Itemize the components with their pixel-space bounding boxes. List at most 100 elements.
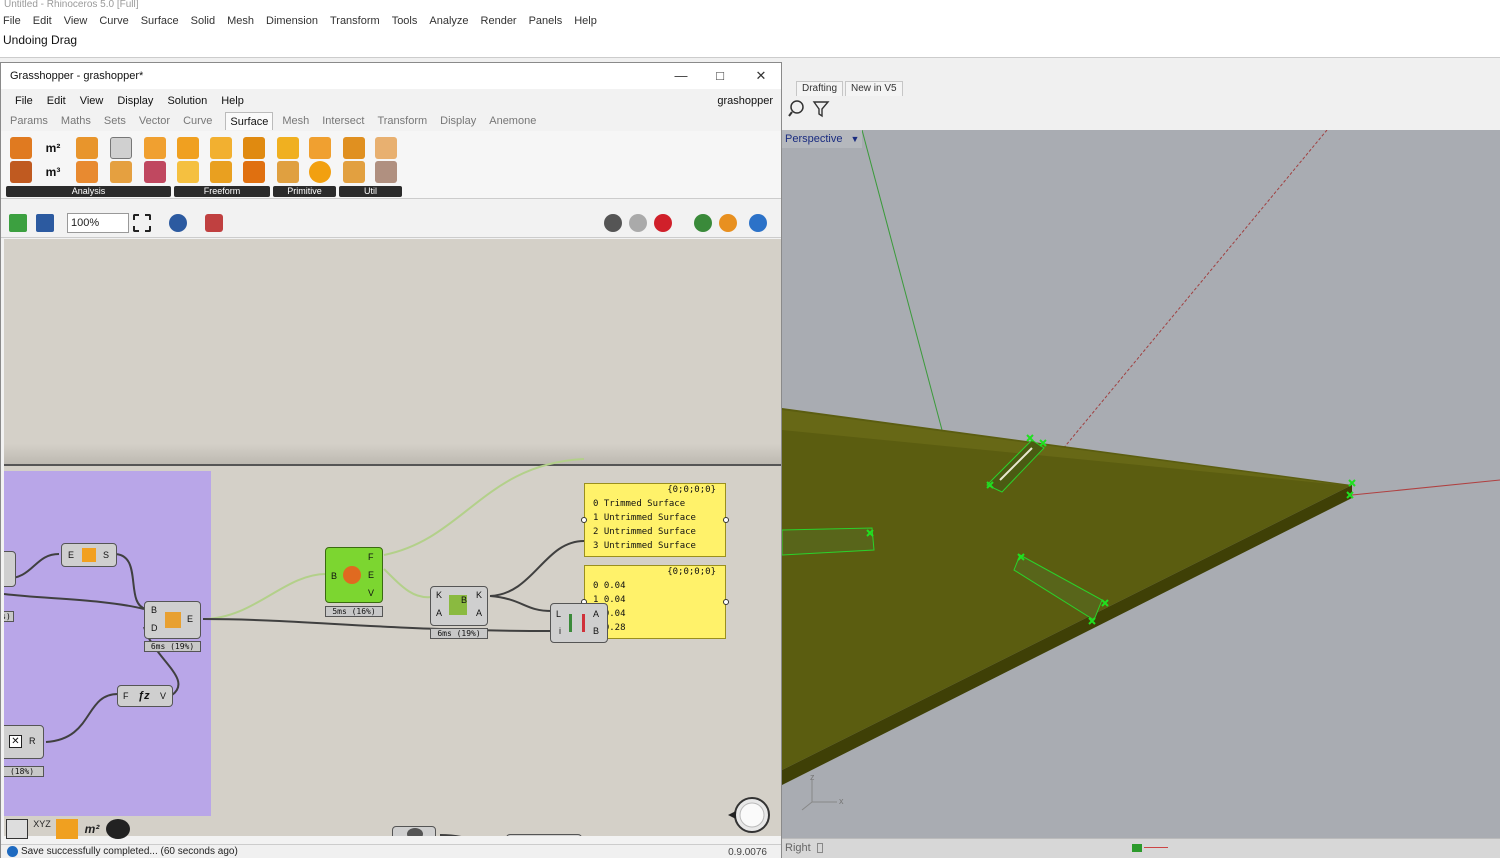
rhino-command-history[interactable]: Undoing Drag <box>0 30 1500 58</box>
tab-new-in-v5[interactable]: New in V5 <box>845 81 903 96</box>
curvature-icon[interactable] <box>76 137 98 159</box>
plane-surface-icon[interactable] <box>277 161 299 183</box>
component-dispatch[interactable]: K A B K A <box>430 586 488 626</box>
expand-arrows-icon[interactable] <box>106 819 130 839</box>
panel-surface-types[interactable]: {0;0;0;0} 0 Trimmed Surface 1 Untrimmed … <box>581 483 729 557</box>
ribbon-label-freeform[interactable]: Freeform <box>174 186 270 197</box>
surface-frames-icon[interactable] <box>343 161 365 183</box>
tab-sets[interactable]: Sets <box>104 112 126 130</box>
gh-menu-display[interactable]: Display <box>117 92 153 110</box>
zoom-extents-icon[interactable] <box>133 214 151 232</box>
cylinder-icon[interactable] <box>309 137 331 159</box>
surface-closest-icon[interactable] <box>76 161 98 183</box>
boundary-surface-icon[interactable] <box>177 137 199 159</box>
perspective-viewport[interactable]: z x Perspective ▼ <box>782 130 1500 838</box>
box-properties-icon[interactable] <box>10 137 32 159</box>
viewport-tab-arrow-icon[interactable] <box>817 843 823 853</box>
is-planar-icon[interactable] <box>144 161 166 183</box>
rhino-menu-transform[interactable]: Transform <box>330 12 380 30</box>
rhino-menu-surface[interactable]: Surface <box>141 12 179 30</box>
area-icon[interactable]: m² <box>42 137 64 159</box>
tab-curve[interactable]: Curve <box>183 112 212 130</box>
rhino-menu-help[interactable]: Help <box>574 12 597 30</box>
save-file-icon[interactable] <box>36 214 54 232</box>
preview-selected-icon[interactable] <box>654 214 672 232</box>
bake-icon[interactable] <box>694 214 712 232</box>
ribbon-label-util[interactable]: Util <box>339 186 402 197</box>
sphere-icon[interactable] <box>309 161 331 183</box>
area-small-icon[interactable]: m² <box>81 819 103 839</box>
scroll-indicator-icon[interactable] <box>1132 843 1170 853</box>
component-extrude[interactable]: E S <box>61 543 117 567</box>
component-deconstruct-brep[interactable]: B F E V <box>325 547 383 603</box>
close-icon[interactable]: ✕ <box>751 67 771 85</box>
tab-params[interactable]: Params <box>10 112 48 130</box>
loft-icon[interactable] <box>243 137 265 159</box>
rhino-menu-view[interactable]: View <box>64 12 88 30</box>
rhino-menu-panels[interactable]: Panels <box>529 12 563 30</box>
rhino-menu-dimension[interactable]: Dimension <box>266 12 318 30</box>
gh-title-bar[interactable]: Grasshopper - grashopper* — □ ✕ <box>1 63 781 89</box>
brep-join-icon[interactable] <box>375 161 397 183</box>
zoom-level-select[interactable]: 100% <box>67 213 129 233</box>
gh-menu-file[interactable]: File <box>15 92 33 110</box>
tab-surface[interactable]: Surface <box>225 112 274 130</box>
panel-output-pin[interactable] <box>723 599 729 605</box>
gh-menu-help[interactable]: Help <box>221 92 244 110</box>
extrude-icon[interactable] <box>210 137 232 159</box>
evaluate-icon[interactable] <box>144 137 166 159</box>
component-boolean-toggle[interactable]: ✕ R <box>4 725 44 759</box>
box-primitive-icon[interactable] <box>277 137 299 159</box>
gh-canvas[interactable]: {0;0;0;0} 0 Trimmed Surface 1 Untrimmed … <box>4 239 781 836</box>
gh-menu-edit[interactable]: Edit <box>47 92 66 110</box>
isotrim-icon[interactable] <box>375 137 397 159</box>
component-list-item[interactable]: L i A B <box>550 603 608 643</box>
component-fz[interactable]: F ƒz V <box>117 685 173 707</box>
mesh-settings-icon[interactable] <box>749 214 767 232</box>
viewport-menu-arrow-icon[interactable]: ▼ <box>850 130 859 148</box>
tab-display[interactable]: Display <box>440 112 476 130</box>
gh-menu-view[interactable]: View <box>80 92 104 110</box>
tab-vector[interactable]: Vector <box>139 112 170 130</box>
open-file-icon[interactable] <box>9 214 27 232</box>
render-preview-icon[interactable] <box>719 214 737 232</box>
network-surface-icon[interactable] <box>177 161 199 183</box>
tab-drafting[interactable]: Drafting <box>796 81 844 96</box>
tab-maths[interactable]: Maths <box>61 112 91 130</box>
deconstruct-brep-icon[interactable] <box>110 161 132 183</box>
rhino-menu-file[interactable]: File <box>3 12 21 30</box>
component-partial-left[interactable] <box>4 551 16 587</box>
maximize-icon[interactable]: □ <box>710 67 730 85</box>
panel-input-pin[interactable] <box>581 517 587 523</box>
gh-menu-solution[interactable]: Solution <box>167 92 207 110</box>
viewport-tab-right[interactable]: Right <box>785 842 811 854</box>
brep-edges-icon[interactable] <box>10 161 32 183</box>
tab-anemone[interactable]: Anemone <box>489 112 536 130</box>
preview-wire-icon[interactable] <box>604 214 622 232</box>
tab-mesh[interactable]: Mesh <box>282 112 309 130</box>
surface-icon[interactable] <box>56 819 78 839</box>
rhino-menu-mesh[interactable]: Mesh <box>227 12 254 30</box>
panel-output-pin[interactable] <box>723 517 729 523</box>
rhino-menu-curve[interactable]: Curve <box>99 12 128 30</box>
volume-icon[interactable]: m³ <box>42 161 64 183</box>
ribbon-label-analysis[interactable]: Analysis <box>6 186 171 197</box>
component-brep[interactable]: B D E <box>144 601 201 639</box>
xyz-icon[interactable]: XYZ <box>31 819 53 839</box>
zoom-window-icon[interactable] <box>788 99 832 119</box>
toggle-x-icon[interactable]: ✕ <box>9 735 22 748</box>
ribbon-label-primitive[interactable]: Primitive <box>273 186 336 197</box>
dimensions-icon[interactable] <box>110 137 132 159</box>
divide-surface-icon[interactable] <box>343 137 365 159</box>
rhino-menu-edit[interactable]: Edit <box>33 12 52 30</box>
rhino-menu-solid[interactable]: Solid <box>191 12 215 30</box>
tab-transform[interactable]: Transform <box>377 112 427 130</box>
rhino-menu-analyze[interactable]: Analyze <box>429 12 468 30</box>
preview-eye-icon[interactable] <box>169 214 187 232</box>
viewport-label[interactable]: Perspective ▼ <box>782 130 863 148</box>
rhino-menu-tools[interactable]: Tools <box>392 12 418 30</box>
minimize-icon[interactable]: — <box>671 67 691 85</box>
params-bar-icon[interactable] <box>6 819 28 839</box>
rhino-menu-render[interactable]: Render <box>481 12 517 30</box>
tab-intersect[interactable]: Intersect <box>322 112 364 130</box>
